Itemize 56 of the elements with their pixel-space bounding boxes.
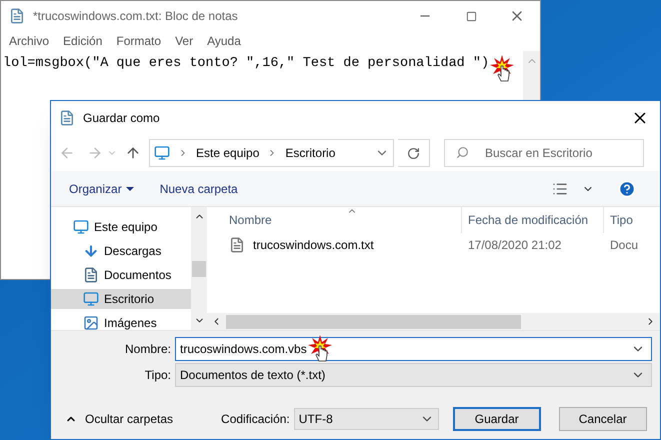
file-type-dropdown[interactable]: Documentos de texto (*.txt) <box>175 363 652 387</box>
refresh-icon <box>407 146 420 160</box>
nav-item[interactable]: Documentos <box>51 265 191 285</box>
view-options-icon[interactable] <box>552 180 568 196</box>
computer-icon <box>73 219 89 235</box>
notepad-icon <box>59 110 75 126</box>
menu-item[interactable]: Ayuda <box>207 32 241 50</box>
editor-text: lol=msgbox("A que eres tonto? ",16," Test de personalidad ") <box>3 55 490 73</box>
up-icon[interactable] <box>125 145 141 161</box>
nav-scrollbar[interactable] <box>191 207 207 330</box>
file-name-value: trucoswindows.com.vbs <box>180 341 307 358</box>
column-header[interactable]: Fecha de modificación <box>462 207 604 233</box>
search-field[interactable]: Buscar en Escritorio <box>444 139 644 167</box>
breadcrumb-item[interactable]: Este equipo <box>196 144 260 162</box>
click-cursor-icon <box>306 334 333 364</box>
click-cursor-icon <box>489 54 516 84</box>
field-label: Tipo: <box>144 367 172 384</box>
maximize-icon <box>466 10 476 22</box>
horizontal-scrollbar[interactable] <box>207 313 660 330</box>
window-title: *trucoswindows.com.txt: Bloc de notas <box>33 8 238 25</box>
breadcrumb-item[interactable]: Escritorio <box>285 144 336 162</box>
save-button[interactable]: Guardar <box>452 407 541 431</box>
nav-item[interactable]: Imágenes <box>51 313 191 330</box>
field-label: Nombre: <box>124 341 172 358</box>
dialog-title: Guardar como <box>83 110 160 127</box>
picture-icon <box>83 315 99 330</box>
organize-button[interactable]: Organizar <box>69 180 134 198</box>
computer-icon <box>154 145 170 161</box>
menu-item[interactable]: Ver <box>175 32 194 50</box>
document-icon <box>83 267 99 283</box>
hide-folders-button[interactable]: Ocultar carpetas <box>59 410 174 428</box>
file-type: Docu <box>609 237 638 254</box>
scrollbar-thumb[interactable] <box>192 260 206 276</box>
encoding-dropdown[interactable]: UTF-8 <box>294 408 439 430</box>
desktop-icon <box>83 291 99 307</box>
file-name-field[interactable]: trucoswindows.com.vbs <box>175 337 652 361</box>
cancel-button[interactable]: Cancelar <box>558 407 647 431</box>
nav-item[interactable]: Escritorio <box>51 289 191 309</box>
column-header[interactable]: Nombre <box>207 207 462 233</box>
search-icon <box>456 146 469 159</box>
address-bar[interactable]: Este equipo Escritorio <box>149 139 394 167</box>
scrollbar-thumb[interactable] <box>226 314 521 328</box>
menu-item[interactable]: Edición <box>63 32 102 50</box>
refresh-button[interactable] <box>398 139 430 167</box>
nav-item[interactable]: Descargas <box>51 241 191 261</box>
help-icon[interactable] <box>618 180 636 198</box>
field-label: Codificación: <box>221 411 290 428</box>
file-name[interactable]: trucoswindows.com.txt <box>253 236 374 254</box>
notepad-icon <box>9 8 25 24</box>
file-date: 17/08/2020 21:02 <box>467 237 562 254</box>
menu-item[interactable]: Formato <box>116 32 162 50</box>
text-file-icon <box>229 237 245 253</box>
column-header[interactable]: Tipo <box>604 211 633 229</box>
menu-item[interactable]: Archivo <box>9 32 50 50</box>
new-folder-button[interactable]: Nueva carpeta <box>160 180 238 198</box>
nav-item[interactable]: Este equipo <box>51 217 191 237</box>
